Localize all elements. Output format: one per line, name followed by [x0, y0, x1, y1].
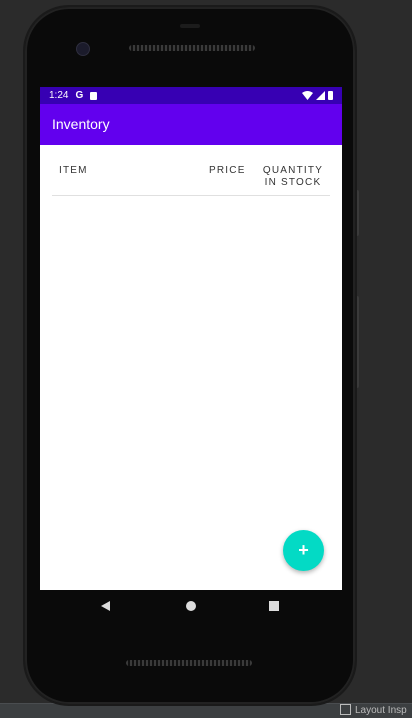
header-item: ITEM — [59, 165, 88, 176]
layout-inspector-label: Layout Insp — [355, 705, 407, 716]
earpiece-speaker — [129, 45, 255, 51]
bottom-speaker — [126, 660, 252, 666]
front-camera-icon — [76, 42, 90, 56]
header-price: PRICE — [209, 165, 246, 176]
layout-inspector-icon — [340, 703, 351, 715]
power-button — [355, 296, 359, 388]
home-icon[interactable] — [186, 601, 196, 611]
sd-card-icon — [90, 91, 98, 100]
status-bar: 1:24 G — [40, 87, 342, 104]
add-item-button[interactable]: + — [283, 530, 324, 571]
device-screen: 1:24 G Inventory ITEM PRICE QUANTITY IN … — [40, 87, 342, 590]
back-icon[interactable] — [101, 601, 110, 611]
layout-inspector-tab[interactable]: Layout Insp — [340, 703, 407, 718]
header-quantity: QUANTITY IN STOCK — [262, 165, 324, 188]
table-header: ITEM PRICE QUANTITY IN STOCK — [52, 145, 330, 196]
app-bar: Inventory — [40, 104, 342, 145]
app-title: Inventory — [52, 116, 110, 132]
status-time: 1:24 — [49, 90, 69, 101]
ide-bottom-bar: Layout Insp — [0, 703, 412, 718]
volume-button — [355, 190, 359, 236]
battery-icon — [328, 91, 333, 100]
google-icon: G — [75, 90, 84, 101]
signal-icon — [316, 91, 325, 100]
recents-icon[interactable] — [269, 601, 279, 611]
proximity-sensor — [180, 24, 200, 28]
navigation-bar — [40, 590, 342, 623]
add-icon: + — [298, 540, 309, 560]
wifi-icon — [302, 91, 313, 100]
